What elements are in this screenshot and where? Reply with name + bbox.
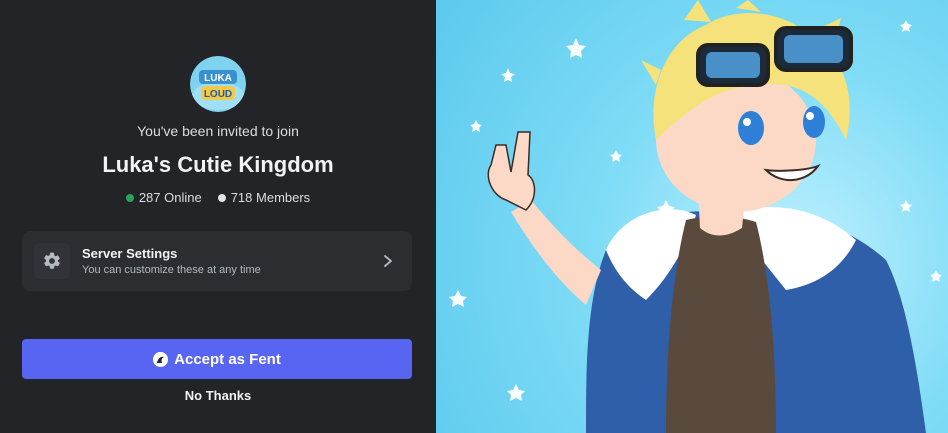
gear-icon bbox=[44, 252, 60, 269]
online-count-text: 287 Online bbox=[138, 190, 202, 205]
invite-label: You've been invited to join bbox=[137, 123, 299, 139]
member-count-text: 718 Members bbox=[230, 190, 311, 205]
chevron-right-icon bbox=[378, 254, 398, 268]
online-count: 287 Online bbox=[125, 190, 202, 205]
server-settings-row[interactable]: Server Settings You can customize these … bbox=[22, 231, 412, 291]
server-banner-art bbox=[436, 0, 948, 433]
settings-icon-box bbox=[34, 243, 70, 279]
user-avatar-icon bbox=[153, 351, 169, 367]
guild-name: Luka's Cutie Kingdom bbox=[102, 152, 334, 177]
invite-modal: LUKA LOUD You've been invited to join Lu… bbox=[0, 0, 948, 433]
accept-button-label: Accept as Fent bbox=[174, 350, 281, 368]
settings-subtitle: You can customize these at any time bbox=[82, 264, 261, 276]
member-count: 718 Members bbox=[217, 190, 311, 205]
invite-panel: LUKA LOUD You've been invited to join Lu… bbox=[0, 0, 436, 433]
accept-invite-button[interactable]: Accept as Fent bbox=[22, 339, 412, 379]
members-dot-icon bbox=[217, 193, 226, 202]
member-counts: 287 Online 718 Members bbox=[0, 190, 436, 205]
guild-icon-top-text: LUKA bbox=[204, 73, 232, 84]
guild-icon-bottom-text: LOUD bbox=[204, 89, 232, 100]
guild-icon: LUKA LOUD bbox=[190, 56, 246, 112]
settings-title: Server Settings bbox=[82, 246, 178, 261]
no-thanks-button[interactable]: No Thanks bbox=[0, 388, 436, 403]
anime-character-illustration bbox=[449, 0, 942, 433]
settings-texts: Server Settings You can customize these … bbox=[82, 246, 378, 276]
online-dot-icon bbox=[125, 193, 134, 202]
